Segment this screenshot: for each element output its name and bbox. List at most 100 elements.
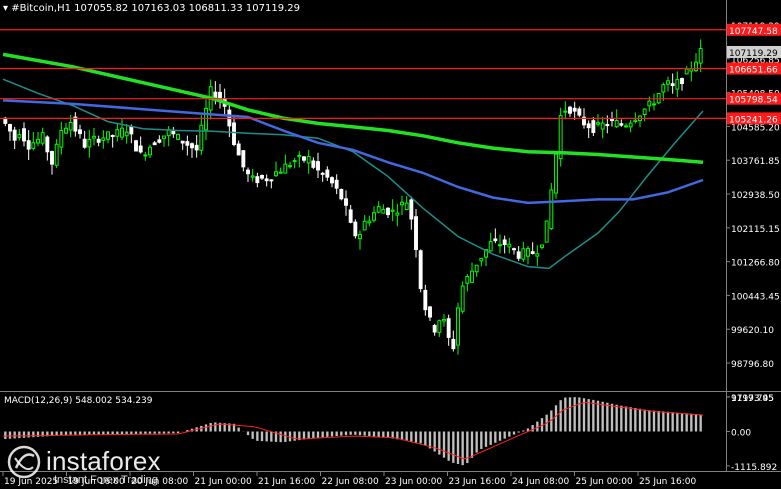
candle-body (236, 143, 241, 156)
candle-body (694, 61, 698, 72)
candle-body (185, 141, 190, 146)
price-tick-label: 100443.45 (731, 292, 780, 302)
price-tick-label: 103761.85 (731, 157, 780, 167)
candle-body (652, 103, 656, 106)
candle-body (288, 165, 292, 168)
candle-body (194, 144, 199, 151)
time-tick-label: 25 Jun 16:00 (639, 477, 696, 487)
candle-body (698, 48, 703, 64)
candle-body (661, 84, 666, 93)
candle-body (334, 179, 339, 189)
candle-body (526, 248, 530, 257)
candle-body (596, 122, 600, 125)
candle (418, 249, 423, 293)
candle-body (50, 151, 54, 165)
candle-body (549, 189, 554, 230)
candle-body (82, 138, 87, 148)
candle-body (106, 131, 110, 140)
candle-body (367, 220, 372, 224)
candle-body (619, 123, 624, 126)
candle-body (684, 68, 689, 75)
candle-body (92, 135, 96, 139)
candle-body (437, 320, 442, 333)
candle-body (143, 154, 148, 157)
candle-body (647, 100, 652, 107)
level-label: 107747.58 (729, 27, 778, 37)
candle-body (199, 124, 204, 151)
candle (176, 133, 180, 141)
candle-body (624, 125, 628, 128)
macd-label: MACD(12,26,9) 548.002 534.239 (4, 396, 153, 406)
candle-body (610, 118, 614, 121)
candle-body (73, 116, 78, 132)
candle-body (470, 270, 474, 283)
candle-body (162, 135, 166, 139)
candle-body (129, 126, 134, 135)
candle-body (680, 78, 684, 84)
candle-body (12, 129, 17, 141)
candle-body (428, 306, 432, 318)
candle-body (666, 80, 670, 85)
candle-body (40, 132, 45, 144)
candle-body (152, 142, 157, 146)
time-tick-label: 23 Jun 00:00 (385, 477, 442, 487)
candle-body (418, 250, 423, 290)
candle-body (400, 201, 404, 206)
candle-body (586, 123, 591, 129)
candle-body (120, 127, 124, 138)
candle-body (283, 163, 288, 174)
candle-body (269, 179, 274, 182)
candle (460, 281, 465, 314)
time-tick-label: 21 Jun 16:00 (258, 477, 315, 487)
price-tick-label: 102115.15 (731, 225, 780, 235)
candle-body (642, 108, 647, 115)
time-tick-label: 21 Jun 00:00 (195, 477, 252, 487)
candle-body (306, 156, 311, 164)
candle-body (568, 106, 572, 114)
candle-body (498, 244, 502, 247)
logo-brand: instaforex (46, 446, 161, 476)
candle-body (190, 143, 194, 149)
candle-body (232, 122, 236, 145)
candle-body (521, 248, 526, 260)
logo-tagline: Instant Forex Trading (54, 474, 158, 486)
candle-body (320, 172, 325, 175)
candle-body (255, 176, 260, 184)
dropdown-arrow-icon[interactable]: ▾ (3, 3, 8, 14)
candle-body (316, 161, 320, 171)
candle-body (512, 248, 516, 251)
candle-body (157, 139, 162, 143)
candle-body (101, 137, 106, 141)
candle-body (502, 239, 507, 245)
candle-body (474, 264, 479, 273)
candle-body (362, 220, 367, 231)
candle-body (465, 275, 470, 284)
candle-body (115, 129, 120, 137)
candle-body (563, 110, 568, 113)
candle-body (535, 253, 540, 257)
candle-body (180, 140, 185, 144)
candle-body (530, 251, 535, 254)
candle-body (633, 119, 638, 122)
candle-body (348, 209, 353, 223)
candle-body (138, 145, 143, 153)
candle-body (670, 83, 675, 87)
candle-body (297, 154, 302, 158)
candle-body (423, 289, 428, 311)
candle-body (64, 127, 68, 134)
macd-tick-label: 1119.795 (731, 394, 774, 404)
candle-body (330, 177, 334, 184)
candle-body (577, 108, 582, 116)
price-chart[interactable]: 107119.29106256.85105408.50104585.201037… (0, 0, 781, 489)
candle-body (507, 243, 512, 248)
candle-body (628, 122, 633, 128)
candle-body (554, 153, 558, 194)
logo-emblem-icon (7, 445, 41, 479)
candle-body (544, 220, 549, 243)
time-tick-label: 24 Jun 08:00 (512, 477, 569, 487)
candle-body (292, 160, 297, 163)
candle-body (442, 318, 446, 322)
candle-body (358, 233, 362, 240)
candle-body (241, 150, 246, 168)
price-tick-label: 102938.50 (731, 191, 780, 201)
